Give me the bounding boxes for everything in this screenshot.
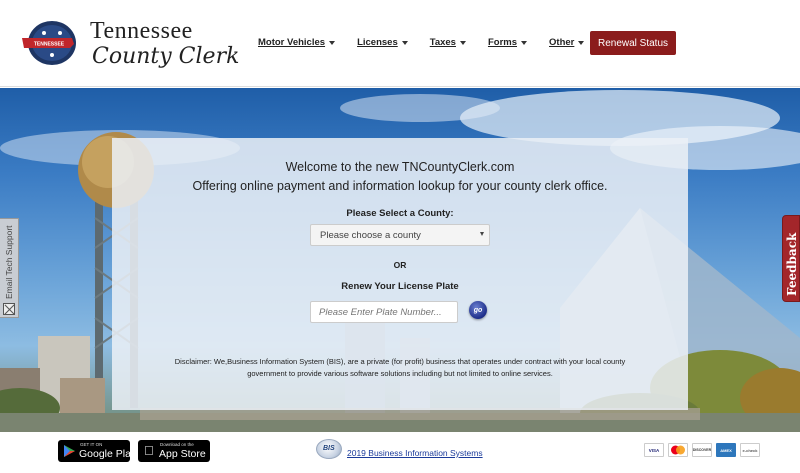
site-header: TENNESSEE Tennessee County Clerk Motor V…	[0, 0, 800, 87]
bis-logo: BIS	[316, 439, 342, 459]
email-tech-support-tab[interactable]: Email Tech Support	[0, 218, 19, 318]
nav-label: Licenses	[357, 37, 398, 48]
bis-logo-text: BIS	[323, 445, 335, 452]
seal-text: TENNESSEE	[34, 42, 65, 48]
google-play-badge[interactable]: GET IT ON Google Play	[58, 440, 136, 462]
plate-number-input[interactable]	[310, 301, 458, 323]
payment-cards: VISA DISCOVER AMEX e-check	[644, 443, 760, 457]
feedback-label: Feedback	[785, 232, 799, 296]
caret-down-icon	[578, 40, 585, 45]
apple-icon: 	[144, 443, 154, 458]
amex-card-icon: AMEX	[716, 443, 736, 457]
nav-motor-vehicles[interactable]: Motor Vehicles	[258, 37, 336, 48]
app-store-badge[interactable]:  Download on the App Store	[138, 440, 210, 462]
caret-down-icon	[521, 40, 528, 45]
welcome-heading: Welcome to the new TNCountyClerk.com	[285, 160, 515, 174]
nav-label: Taxes	[429, 37, 456, 48]
main-nav: Motor Vehicles Licenses Taxes Forms Othe…	[258, 37, 606, 48]
mastercard-icon	[668, 443, 688, 457]
nav-label: Forms	[487, 37, 518, 48]
logo-line-county-clerk: County Clerk	[92, 44, 240, 69]
county-lookup-panel: Welcome to the new TNCountyClerk.com Off…	[112, 138, 688, 410]
go-button[interactable]: go	[469, 301, 487, 319]
county-select-value: Please choose a county	[320, 230, 421, 241]
renew-plate-label: Renew Your License Plate	[341, 281, 459, 292]
echeck-icon: e-check	[740, 443, 760, 457]
caret-down-icon	[459, 40, 466, 45]
welcome-subheading: Offering online payment and information …	[192, 179, 608, 193]
tennessee-seal-logo[interactable]: TENNESSEE	[22, 20, 78, 66]
google-play-big-text: Google Play	[79, 448, 137, 460]
or-divider-text: OR	[393, 260, 407, 270]
feedback-tab[interactable]: Feedback	[782, 215, 800, 302]
logo-line-tennessee: Tennessee	[90, 18, 193, 44]
caret-down-icon	[401, 40, 408, 45]
nav-licenses[interactable]: Licenses	[357, 37, 408, 48]
google-play-small-text: GET IT ON	[80, 442, 103, 447]
tech-support-label: Email Tech Support	[4, 225, 14, 299]
nav-label: Other	[549, 37, 575, 48]
site-footer: GET IT ON Google Play  Download on the …	[0, 432, 800, 473]
envelope-icon	[3, 303, 15, 315]
app-store-small-text: Download on the	[160, 442, 194, 447]
visa-card-icon: VISA	[644, 443, 664, 457]
nav-other[interactable]: Other	[549, 37, 585, 48]
select-county-label: Please Select a County:	[346, 208, 454, 219]
discover-card-icon: DISCOVER	[692, 443, 712, 457]
county-select[interactable]: Please choose a county	[310, 224, 490, 246]
nav-taxes[interactable]: Taxes	[430, 37, 466, 48]
google-play-icon	[64, 445, 75, 457]
site-logo-text[interactable]: Tennessee County Clerk	[90, 18, 239, 70]
copyright-link[interactable]: 2019 Business Information Systems	[347, 448, 483, 458]
nav-forms[interactable]: Forms	[487, 37, 528, 48]
dropdown-arrow-icon	[480, 232, 484, 236]
app-store-big-text: App Store	[159, 448, 206, 460]
caret-down-icon	[329, 40, 336, 45]
disclaimer-text: Disclaimer: We,Business Information Syst…	[174, 357, 626, 378]
nav-label: Motor Vehicles	[258, 37, 326, 48]
renewal-status-button[interactable]: Renewal Status	[590, 31, 676, 55]
